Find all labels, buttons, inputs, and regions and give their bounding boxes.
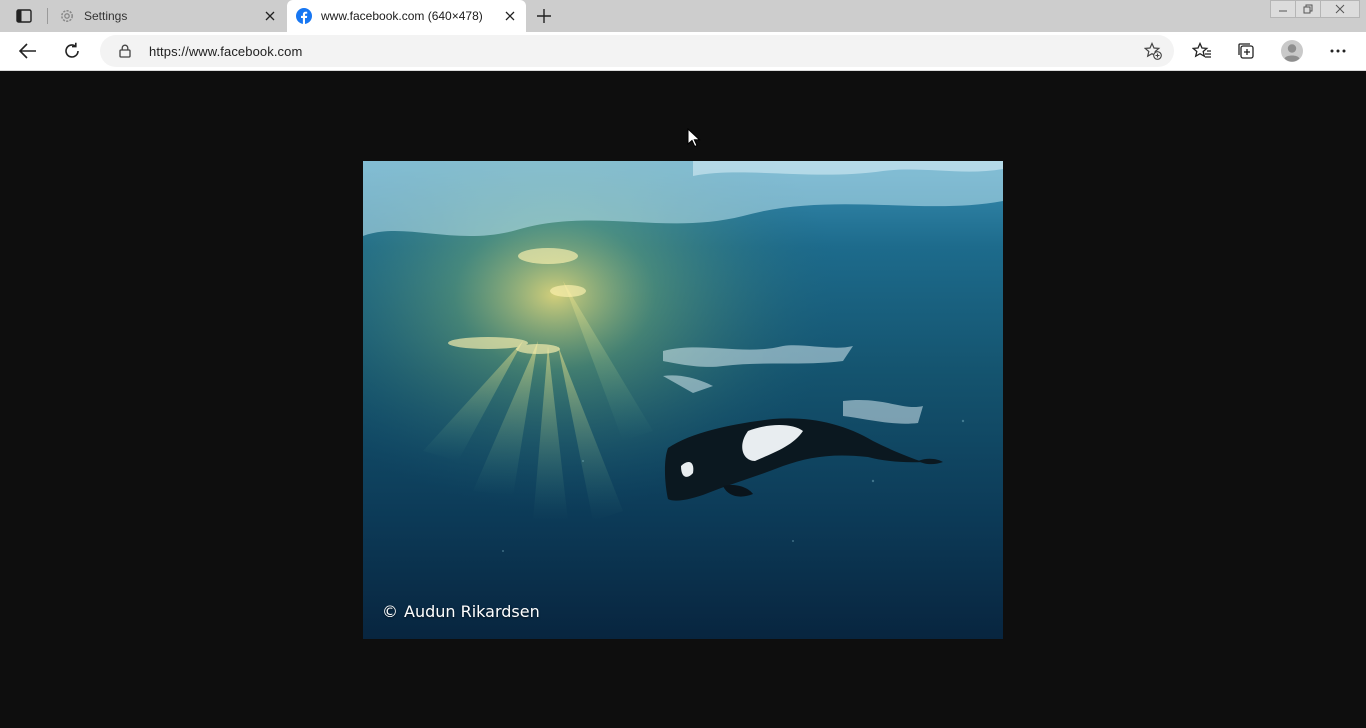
- tab-separator: [47, 8, 48, 24]
- lock-icon[interactable]: [117, 43, 133, 59]
- close-tab-icon[interactable]: [502, 8, 518, 24]
- gear-icon: [59, 8, 75, 24]
- collections-button[interactable]: [1231, 37, 1261, 65]
- arrow-left-icon: [19, 43, 36, 59]
- tab-title: Settings: [84, 9, 128, 23]
- minimize-button[interactable]: [1270, 0, 1296, 18]
- close-tab-icon[interactable]: [262, 8, 278, 24]
- new-tab-button[interactable]: [532, 4, 556, 28]
- restore-button[interactable]: [1295, 0, 1321, 18]
- refresh-icon: [65, 42, 79, 58]
- avatar-icon: [1281, 40, 1303, 62]
- close-window-button[interactable]: [1320, 0, 1360, 18]
- orca-underwater-image: [363, 161, 1003, 639]
- favorites-icon: [1192, 42, 1211, 58]
- copyright-symbol: ©: [382, 602, 398, 621]
- photo-credit: © Audun Rikardsen: [382, 602, 540, 621]
- refresh-button[interactable]: [57, 37, 87, 65]
- collections-icon: [1238, 43, 1254, 59]
- back-button[interactable]: [13, 37, 43, 65]
- tab-settings[interactable]: Settings: [50, 0, 286, 32]
- settings-more-button[interactable]: [1323, 37, 1353, 65]
- favorites-button[interactable]: [1187, 37, 1217, 65]
- tab-title: www.facebook.com (640×478): [321, 9, 483, 23]
- tab-strip: Settings www.facebook.com (640×478): [0, 0, 1366, 32]
- address-bar[interactable]: https://www.facebook.com: [100, 35, 1174, 67]
- tab-facebook-image[interactable]: www.facebook.com (640×478): [287, 0, 526, 32]
- orca-underwater-photo[interactable]: © Audun Rikardsen: [363, 161, 1003, 639]
- url-text: https://www.facebook.com: [149, 44, 303, 59]
- minimize-icon: [1279, 10, 1287, 12]
- tab-actions-icon: [16, 9, 32, 23]
- mouse-cursor-icon: [687, 128, 701, 148]
- restore-icon: [1303, 4, 1313, 14]
- facebook-icon: [296, 8, 312, 24]
- profile-button[interactable]: [1277, 37, 1307, 65]
- tab-actions-button[interactable]: [8, 4, 40, 28]
- navigation-toolbar: https://www.facebook.com: [0, 32, 1366, 71]
- more-icon: [1330, 49, 1346, 53]
- add-favorite-icon[interactable]: [1144, 42, 1162, 60]
- close-icon: [1335, 4, 1345, 14]
- credit-name: Audun Rikardsen: [404, 602, 540, 621]
- plus-icon: [537, 9, 551, 23]
